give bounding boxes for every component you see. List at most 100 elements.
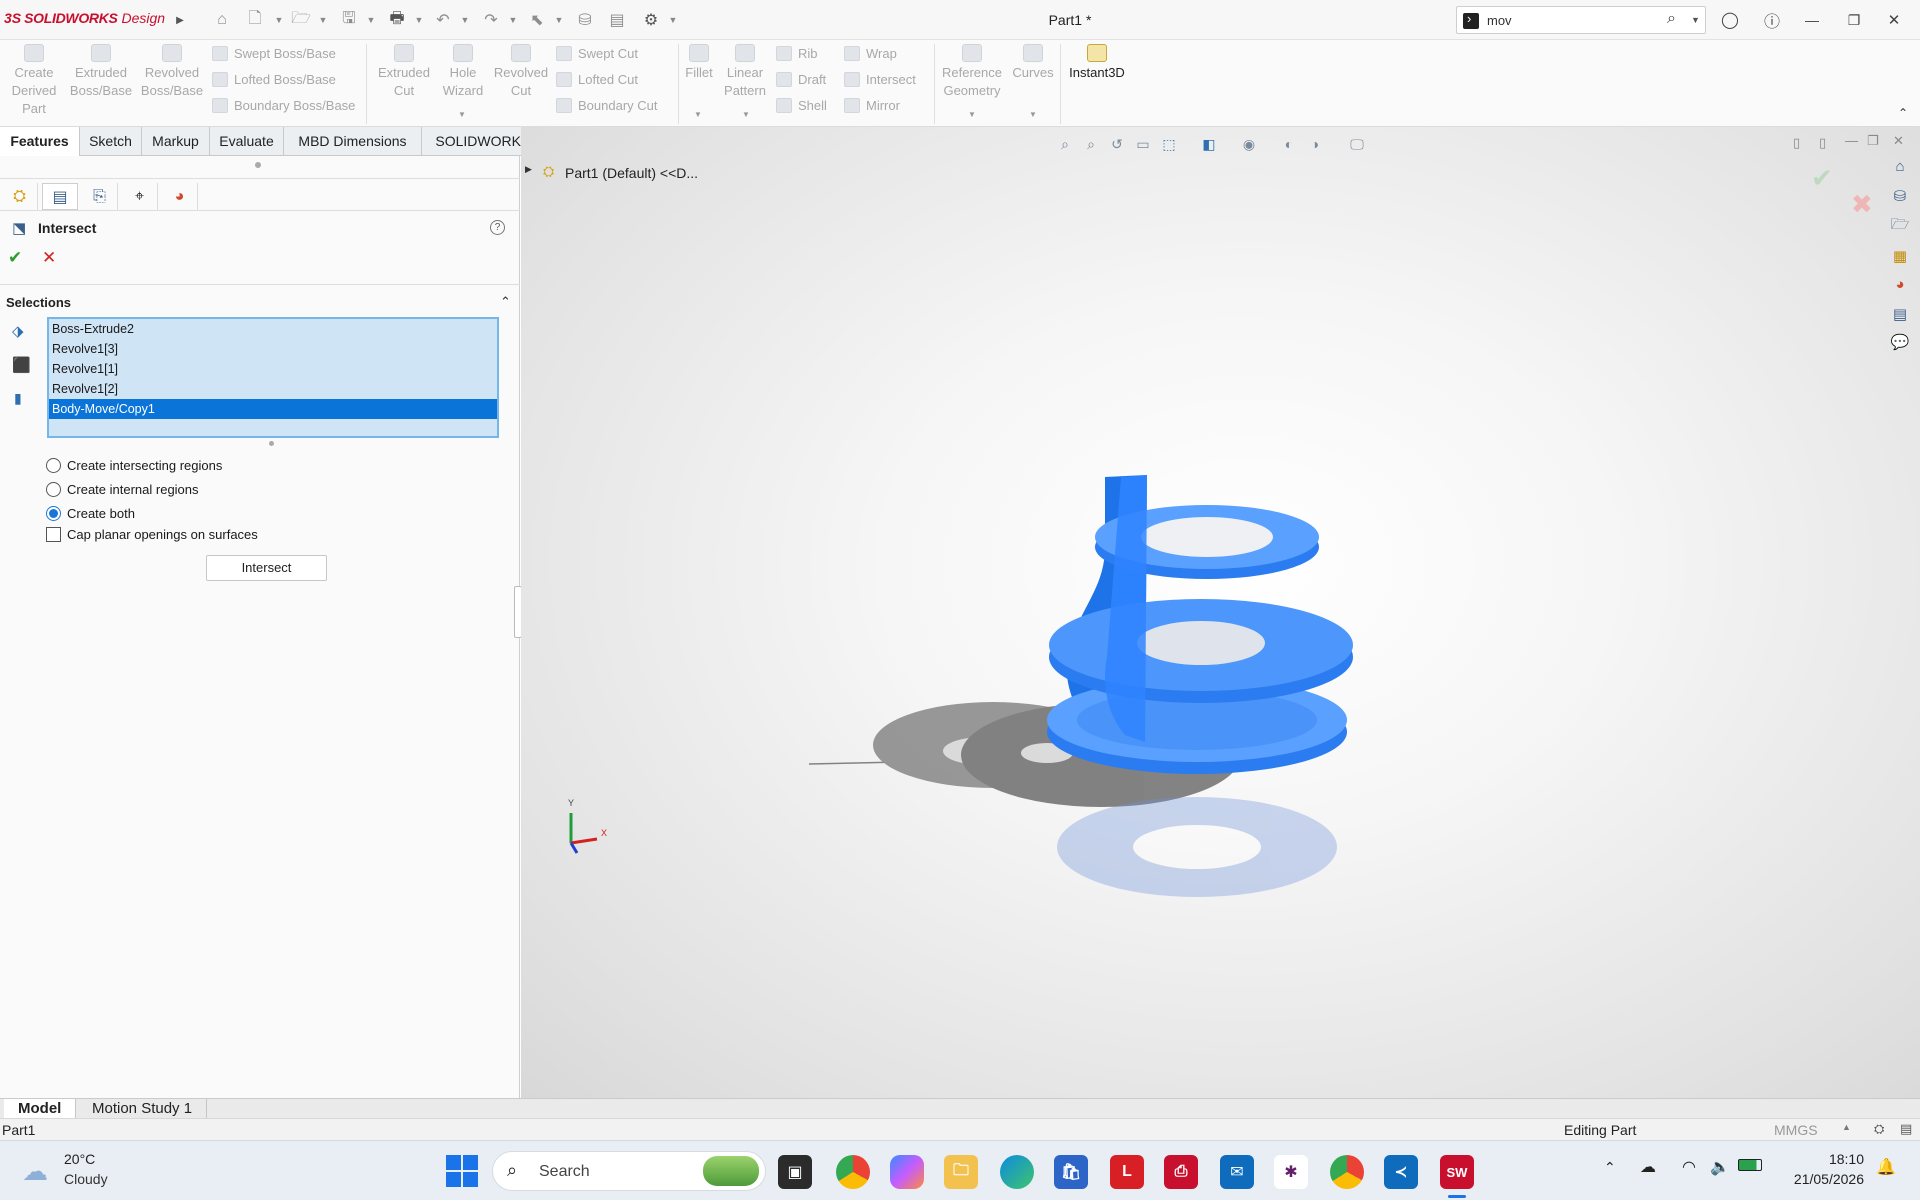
reference-geometry-dropdown-icon[interactable]: ▼ <box>968 110 976 119</box>
options-gear-icon[interactable]: ⚙ <box>640 9 662 31</box>
hole-wizard-button[interactable]: Hole Wizard <box>436 44 490 100</box>
status-units[interactable]: MMGS <box>1774 1122 1818 1138</box>
cap-planar-openings-checkbox[interactable]: Cap planar openings on surfaces <box>46 527 258 542</box>
collapse-ribbon-icon[interactable]: ⌃ <box>1898 106 1908 120</box>
task-view-icon[interactable]: ▣ <box>778 1155 812 1189</box>
radio-button[interactable] <box>46 458 61 473</box>
open-icon[interactable]: 🗁 <box>290 9 312 31</box>
new-dropdown-icon[interactable]: ▼ <box>274 9 284 31</box>
close-icon[interactable]: ✕ <box>1882 9 1906 31</box>
weather-temperature[interactable]: 20°C <box>64 1151 95 1167</box>
ok-checkmark-icon[interactable]: ✔ <box>8 248 22 268</box>
home-icon[interactable]: ⌂ <box>210 9 234 31</box>
extruded-boss-button[interactable]: Extruded Boss/Base <box>68 44 134 100</box>
tab-features[interactable]: Features <box>0 127 80 156</box>
linear-pattern-button[interactable]: Linear Pattern <box>720 44 770 100</box>
selections-list[interactable]: Boss-Extrude2 Revolve1[3] Revolve1[1] Re… <box>47 317 499 438</box>
redo-icon[interactable]: ↷ <box>480 9 502 31</box>
create-both-option[interactable]: Create both <box>46 506 135 521</box>
list-item[interactable]: Revolve1[1] <box>49 359 497 379</box>
panel-splitter-handle[interactable] <box>255 162 261 168</box>
pattern-dropdown-icon[interactable]: ▼ <box>742 110 750 119</box>
clock-date[interactable]: 21/05/2026 <box>1780 1171 1864 1187</box>
options-dropdown-icon[interactable]: ▼ <box>668 9 678 31</box>
tab-sketch[interactable]: Sketch <box>80 127 142 156</box>
undo-dropdown-icon[interactable]: ▼ <box>460 9 470 31</box>
select-dropdown-icon[interactable]: ▼ <box>554 9 564 31</box>
lofted-boss-button[interactable]: Lofted Boss/Base <box>212 69 336 89</box>
search-input[interactable] <box>1487 11 1657 29</box>
feature-manager-tab-icon[interactable]: ⛭ <box>2 183 38 210</box>
swept-boss-button[interactable]: Swept Boss/Base <box>212 43 336 63</box>
collapse-chevron-icon[interactable]: ⌃ <box>500 294 511 310</box>
solidworks-taskbar-icon[interactable]: SW <box>1440 1155 1474 1189</box>
wrap-button[interactable]: Wrap <box>844 43 897 63</box>
command-search-box[interactable]: ⌕ ▼ <box>1456 6 1706 34</box>
expand-menu-icon[interactable]: ▶ <box>174 9 186 31</box>
shell-button[interactable]: Shell <box>776 95 827 115</box>
create-internal-regions-option[interactable]: Create internal regions <box>46 482 199 497</box>
search-icon[interactable]: ⌕ <box>1667 10 1676 28</box>
windows-start-icon[interactable] <box>446 1155 478 1187</box>
instant3d-button[interactable]: Instant3D <box>1064 44 1130 82</box>
save-dropdown-icon[interactable]: ▼ <box>366 9 376 31</box>
swept-cut-button[interactable]: Swept Cut <box>556 43 638 63</box>
vscode-icon[interactable]: ≺ <box>1384 1155 1418 1189</box>
undo-icon[interactable]: ↶ <box>432 9 454 31</box>
battery-icon[interactable] <box>1738 1159 1762 1171</box>
microsoft-store-icon[interactable]: 🛍 <box>1054 1155 1088 1189</box>
boundary-cut-button[interactable]: Boundary Cut <box>556 95 658 115</box>
list-item[interactable]: Revolve1[2] <box>49 379 497 399</box>
boundary-boss-button[interactable]: Boundary Boss/Base <box>212 95 355 115</box>
help-question-icon[interactable]: ? <box>490 220 505 235</box>
help-icon[interactable]: ⓘ <box>1760 9 1784 31</box>
extruded-cut-button[interactable]: Extruded Cut <box>372 44 436 100</box>
hole-wizard-dropdown-icon[interactable]: ▼ <box>458 110 466 119</box>
solidworks-logo[interactable]: 3S SOLIDWORKS Design <box>4 10 165 26</box>
tab-markup[interactable]: Markup <box>142 127 210 156</box>
property-manager-tab-icon[interactable]: ▤ <box>42 183 78 210</box>
reference-geometry-button[interactable]: Reference Geometry <box>938 44 1006 100</box>
fillet-button[interactable]: Fillet <box>682 44 716 82</box>
copilot-icon[interactable] <box>890 1155 924 1189</box>
tab-model[interactable]: Model <box>4 1099 77 1119</box>
tab-mbd-dimensions[interactable]: MBD Dimensions <box>284 127 422 156</box>
show-hidden-icons-chevron-icon[interactable]: ⌃ <box>1604 1159 1616 1176</box>
notifications-bell-icon[interactable]: 🔔 <box>1876 1157 1896 1177</box>
chrome-profile-icon[interactable] <box>1330 1155 1364 1189</box>
edge-icon[interactable] <box>1000 1155 1034 1189</box>
tab-motion-study[interactable]: Motion Study 1 <box>78 1099 208 1119</box>
minimize-icon[interactable]: — <box>1800 9 1824 31</box>
graphics-viewport[interactable]: ▶ ⛭ Part1 (Default) <<D... ⌕ ⌕ ↺ ▭ ⬚ ◧ ◉… <box>521 127 1920 1098</box>
cloud-sync-off-icon[interactable]: ☁ <box>1640 1157 1656 1177</box>
create-derived-part-button[interactable]: Create Derived Part <box>4 44 64 118</box>
intersect-button[interactable]: Intersect <box>206 555 327 581</box>
list-resize-handle[interactable] <box>269 441 274 446</box>
save-icon[interactable]: 🖫 <box>338 9 360 31</box>
display-manager-tab-icon[interactable]: ◕ <box>162 183 198 210</box>
checkbox[interactable] <box>46 527 61 542</box>
configuration-manager-tab-icon[interactable]: ⎘ <box>82 183 118 210</box>
mirror-button[interactable]: Mirror <box>844 95 900 115</box>
lightshot-icon[interactable]: L <box>1110 1155 1144 1189</box>
restore-icon[interactable]: ❐ <box>1842 9 1866 31</box>
intersect-ribbon-button[interactable]: Intersect <box>844 69 916 89</box>
quick-tips-icon[interactable]: ▤ <box>1900 1121 1912 1137</box>
outlook-icon[interactable]: ✉ <box>1220 1155 1254 1189</box>
dimxpert-manager-tab-icon[interactable]: ⌖ <box>122 183 158 210</box>
print-icon[interactable]: 🖶 <box>386 9 408 31</box>
units-dropdown-icon[interactable]: ▲ <box>1842 1122 1851 1132</box>
tab-evaluate[interactable]: Evaluate <box>210 127 284 156</box>
pdf-app-icon[interactable]: ⎙ <box>1164 1155 1198 1189</box>
user-account-icon[interactable]: ◯ <box>1718 9 1742 31</box>
file-properties-icon[interactable]: ▤ <box>606 9 628 31</box>
volume-icon[interactable]: 🔈 <box>1710 1157 1730 1177</box>
weather-condition[interactable]: Cloudy <box>64 1171 108 1187</box>
revolved-boss-button[interactable]: Revolved Boss/Base <box>138 44 206 100</box>
radio-button[interactable] <box>46 482 61 497</box>
curves-dropdown-icon[interactable]: ▼ <box>1029 110 1037 119</box>
chrome-icon[interactable] <box>836 1155 870 1189</box>
file-explorer-taskbar-icon[interactable]: 🗀 <box>944 1155 978 1189</box>
radio-button-selected[interactable] <box>46 506 61 521</box>
list-item[interactable]: Boss-Extrude2 <box>49 319 497 339</box>
